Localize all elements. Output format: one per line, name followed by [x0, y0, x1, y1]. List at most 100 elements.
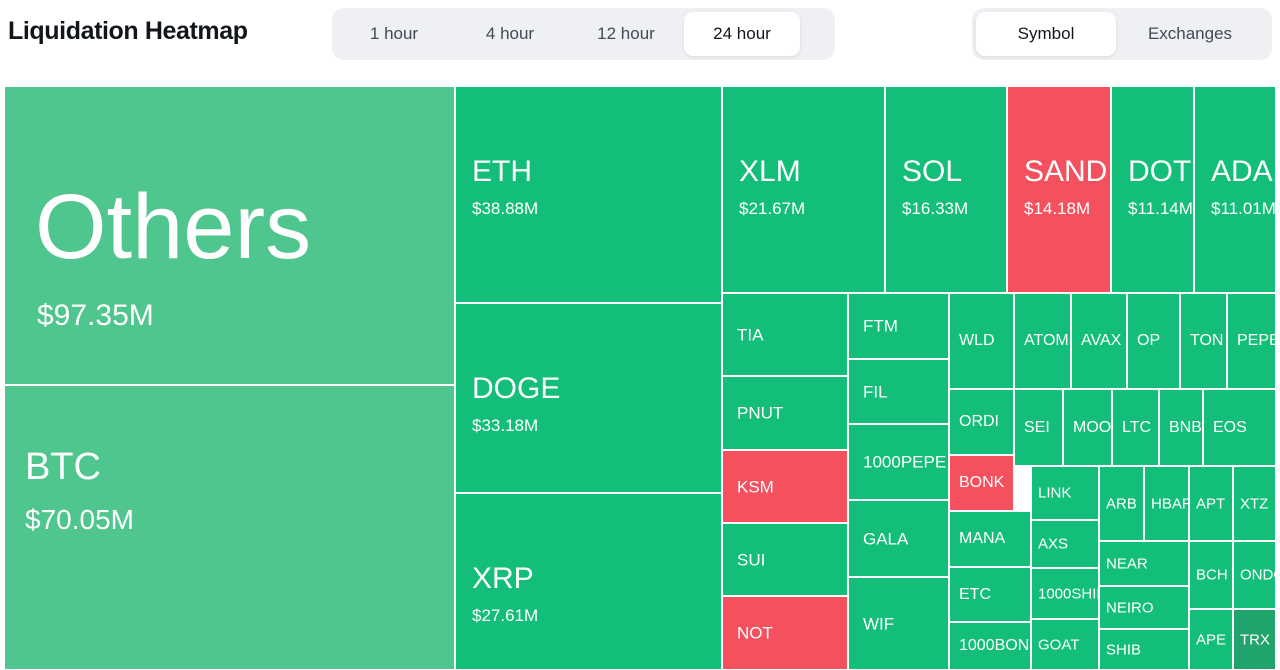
- treemap-tile[interactable]: GALA: [848, 500, 949, 577]
- tile-symbol: WLD: [959, 332, 995, 349]
- treemap-tile[interactable]: KSM: [722, 450, 848, 523]
- treemap-tile[interactable]: 1000SHIB: [1031, 568, 1099, 619]
- treemap-tile[interactable]: LTC: [1112, 389, 1159, 466]
- tile-value: $38.88M: [472, 199, 539, 218]
- treemap-tile[interactable]: BTC $70.05M: [4, 385, 455, 670]
- page-title: Liquidation Heatmap: [8, 17, 248, 45]
- treemap-tile[interactable]: ARB: [1099, 466, 1144, 541]
- treemap-tile[interactable]: BNB: [1159, 389, 1203, 466]
- treemap-tile[interactable]: TRX: [1233, 609, 1276, 670]
- treemap-tile[interactable]: BCH: [1189, 541, 1233, 609]
- tile-symbol: 1000PEPE: [863, 452, 947, 472]
- treemap-tile[interactable]: DOGE $33.18M: [455, 303, 722, 493]
- timeframe-segmented-control[interactable]: 1 hour 4 hour 12 hour 24 hour: [332, 8, 835, 60]
- treemap-tile[interactable]: AXS: [1031, 520, 1099, 568]
- tile-symbol: 1000SHIB: [1038, 585, 1098, 602]
- treemap-tile[interactable]: APT: [1189, 466, 1233, 541]
- treemap-tile[interactable]: NEIRO: [1099, 586, 1189, 629]
- treemap-tile[interactable]: GOAT: [1031, 619, 1099, 670]
- tile-symbol: APT: [1196, 495, 1226, 512]
- tile-symbol: XRP: [472, 562, 534, 595]
- app-header: Liquidation Heatmap 1 hour 4 hour 12 hour 2…: [0, 0, 1280, 68]
- tile-value: $16.33M: [902, 199, 969, 218]
- tile-symbol: XTZ: [1240, 495, 1269, 512]
- tile-symbol: XLM: [739, 155, 801, 188]
- treemap-tile[interactable]: FIL: [848, 359, 949, 424]
- tile-symbol: BTC: [25, 446, 101, 488]
- tile-symbol: OP: [1137, 332, 1161, 349]
- treemap-tile[interactable]: EOS: [1203, 389, 1276, 466]
- treemap-tile[interactable]: APE: [1189, 609, 1233, 670]
- view-segmented-control[interactable]: Symbol Exchanges: [972, 8, 1272, 60]
- treemap-tile[interactable]: Others $97.35M: [4, 86, 455, 385]
- treemap-tile[interactable]: XRP $27.61M: [455, 493, 722, 670]
- tile-symbol: Others: [35, 175, 312, 278]
- treemap-tile[interactable]: NEAR: [1099, 541, 1189, 586]
- tile-symbol: BCH: [1196, 566, 1228, 584]
- tile-symbol: FIL: [863, 382, 888, 401]
- treemap-tile[interactable]: SEI: [1014, 389, 1063, 466]
- treemap-tile[interactable]: HBAR: [1144, 466, 1189, 541]
- treemap-tile[interactable]: PNUT: [722, 376, 848, 450]
- treemap-tile[interactable]: ADA $11.01M: [1194, 86, 1276, 293]
- treemap-tile[interactable]: SHIB: [1099, 629, 1189, 670]
- treemap-tile[interactable]: BONK: [949, 455, 1014, 511]
- tile-symbol: NEAR: [1106, 555, 1148, 572]
- treemap-tile[interactable]: 1000BONK: [949, 622, 1031, 670]
- treemap-tile[interactable]: LINK: [1031, 466, 1099, 520]
- treemap-tile[interactable]: XTZ: [1233, 466, 1276, 541]
- treemap-tile[interactable]: XLM $21.67M: [722, 86, 885, 293]
- tile-symbol: TIA: [737, 325, 764, 344]
- treemap-tile[interactable]: WLD: [949, 293, 1014, 389]
- tile-symbol: LTC: [1122, 418, 1152, 436]
- tile-symbol: BNB: [1169, 418, 1202, 436]
- tile-value: $21.67M: [739, 199, 806, 218]
- tile-symbol: TRX: [1240, 631, 1270, 648]
- tab-exchanges[interactable]: Exchanges: [1116, 12, 1264, 56]
- tile-symbol: MANA: [959, 530, 1006, 547]
- treemap-tile[interactable]: SAND $14.18M: [1007, 86, 1111, 293]
- tile-value: $33.18M: [472, 416, 539, 435]
- treemap-tile[interactable]: ORDI: [949, 389, 1014, 455]
- treemap-tile[interactable]: OP: [1127, 293, 1180, 389]
- treemap-tile[interactable]: ATOM: [1014, 293, 1071, 389]
- treemap-tile[interactable]: WIF: [848, 577, 949, 670]
- tab-24-hour[interactable]: 24 hour: [684, 12, 800, 56]
- treemap-tile[interactable]: MANA: [949, 511, 1031, 567]
- liquidation-treemap: Others $97.35M BTC $70.05M ETH $38.88M DOGE $33…: [4, 86, 1276, 670]
- treemap-tile[interactable]: ONDO: [1233, 541, 1276, 609]
- treemap-tile[interactable]: ETH $38.88M: [455, 86, 722, 303]
- tab-12-hour[interactable]: 12 hour: [568, 12, 684, 56]
- tile-symbol: MOODENG: [1073, 418, 1112, 436]
- tile-symbol: DOT: [1128, 155, 1192, 188]
- tab-4-hour[interactable]: 4 hour: [452, 12, 568, 56]
- treemap-tile[interactable]: ETC: [949, 567, 1031, 622]
- tile-symbol: ORDI: [959, 413, 999, 430]
- tile-value: $14.18M: [1024, 199, 1091, 218]
- tile-symbol: ARB: [1106, 495, 1137, 512]
- tile-symbol: AVAX: [1081, 332, 1122, 349]
- tile-symbol: GOAT: [1038, 636, 1080, 653]
- tile-symbol: SAND: [1024, 155, 1108, 188]
- tile-symbol: ATOM: [1024, 332, 1069, 349]
- treemap-tile[interactable]: SUI: [722, 523, 848, 596]
- treemap-tile[interactable]: MOODENG: [1063, 389, 1112, 466]
- treemap-tile[interactable]: AVAX: [1071, 293, 1127, 389]
- tile-symbol: DOGE: [472, 372, 561, 405]
- treemap-tile[interactable]: PEPE: [1227, 293, 1276, 389]
- tile-value: $27.61M: [472, 606, 539, 625]
- tab-symbol[interactable]: Symbol: [976, 12, 1116, 56]
- treemap-tile[interactable]: TON: [1180, 293, 1227, 389]
- tile-value: $11.14M: [1128, 199, 1193, 218]
- treemap-tile[interactable]: FTM: [848, 293, 949, 359]
- treemap-tile[interactable]: TIA: [722, 293, 848, 376]
- tile-symbol: WIF: [863, 614, 895, 633]
- tile-symbol: NOT: [737, 623, 773, 643]
- treemap-tile[interactable]: NOT: [722, 596, 848, 670]
- treemap-tile[interactable]: DOT $11.14M: [1111, 86, 1194, 293]
- tab-1-hour[interactable]: 1 hour: [336, 12, 452, 56]
- treemap-tile[interactable]: 1000PEPE: [848, 424, 949, 500]
- tile-symbol: ADA: [1211, 155, 1273, 188]
- treemap-tile[interactable]: SOL $16.33M: [885, 86, 1007, 293]
- tile-symbol: FTM: [863, 316, 898, 336]
